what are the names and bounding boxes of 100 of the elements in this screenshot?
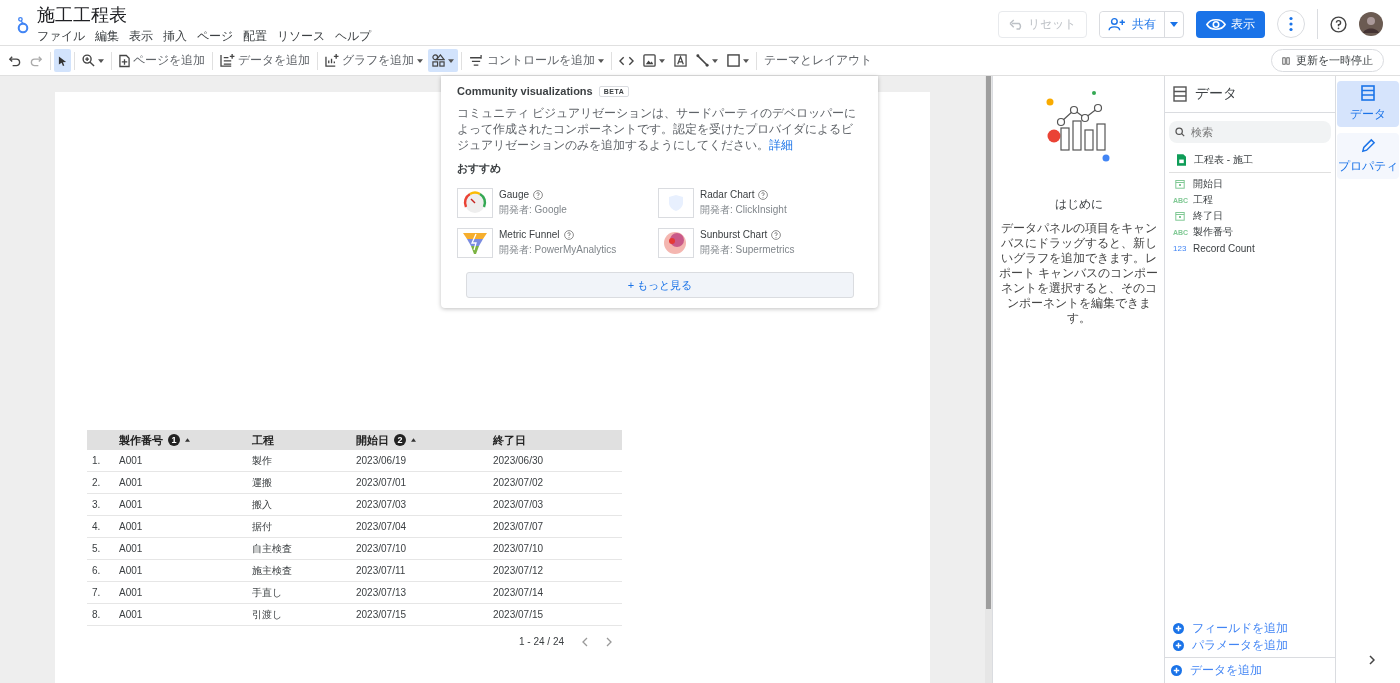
- row-number: 8.: [91, 609, 102, 620]
- developer-label: 開発者: PowerMyAnalytics: [499, 243, 617, 257]
- more-icon[interactable]: [1277, 10, 1305, 38]
- expand-icon[interactable]: [1369, 655, 1375, 665]
- table-cell-text: A001: [119, 587, 144, 598]
- table-cell-text: A001: [119, 609, 144, 620]
- table-cell-text: 据付: [252, 519, 273, 534]
- menu-item[interactable]: ページ: [197, 28, 233, 45]
- menu-item[interactable]: 配置: [243, 28, 267, 45]
- next-page-icon[interactable]: [606, 636, 612, 647]
- column-header[interactable]: 製作番号: [119, 432, 163, 448]
- menu-item[interactable]: ヘルプ: [335, 28, 371, 45]
- menu-item[interactable]: 挿入: [163, 28, 187, 45]
- calendar-icon: [1173, 211, 1187, 221]
- row-number: 5.: [91, 543, 102, 554]
- funnel-thumbnail-icon[interactable]: [457, 228, 493, 258]
- table-cell-text: 運搬: [252, 475, 273, 490]
- add-control-button[interactable]: コントロールを追加: [465, 49, 608, 72]
- sunburst-thumbnail-icon[interactable]: [658, 228, 694, 258]
- sort-icon[interactable]: [411, 438, 416, 442]
- menu-item[interactable]: 編集: [95, 28, 119, 45]
- visualization-name[interactable]: Gauge: [499, 189, 530, 200]
- add-link[interactable]: フィールドを追加: [1165, 620, 1335, 637]
- menu-item[interactable]: 表示: [129, 28, 153, 45]
- field-name[interactable]: 開始日: [1193, 177, 1223, 191]
- add-chart-button[interactable]: グラフを追加: [321, 49, 427, 72]
- table-cell-text: 製作: [252, 453, 273, 468]
- avatar-icon[interactable]: [1359, 12, 1383, 36]
- community-tool[interactable]: [428, 49, 458, 72]
- add-link[interactable]: パラメータを追加: [1165, 637, 1335, 654]
- table-cell-text: 2023/06/30: [493, 455, 545, 466]
- menu-item[interactable]: ファイル: [37, 28, 85, 45]
- radar-thumbnail-icon[interactable]: [658, 188, 694, 218]
- developer-label: 開発者: Google: [499, 203, 567, 217]
- scrollbar[interactable]: [986, 76, 991, 609]
- details-link[interactable]: 詳細: [769, 138, 793, 152]
- table-icon: [1173, 86, 1187, 102]
- view-button[interactable]: 表示: [1196, 10, 1265, 38]
- add-page-button[interactable]: ページを追加: [115, 49, 209, 72]
- table-icon: [1361, 85, 1375, 101]
- add-data-icon: [220, 54, 235, 67]
- row-number: 1.: [91, 455, 102, 466]
- add-icon: [1173, 623, 1184, 634]
- visualization-name[interactable]: Sunburst Chart: [700, 229, 768, 240]
- popup-title: Community visualizations: [457, 85, 593, 97]
- table-cell-text: 2023/07/02: [493, 477, 545, 488]
- field-name[interactable]: 工程: [1193, 193, 1213, 207]
- table-cell-text: A001: [119, 565, 144, 576]
- table-cell-text: A001: [119, 455, 144, 466]
- table-cell-text: 手直し: [252, 585, 283, 600]
- row-number: 4.: [91, 521, 102, 532]
- see-more-button[interactable]: + もっと見る: [466, 272, 854, 298]
- pause-updates-button[interactable]: 更新を一時停止: [1271, 49, 1384, 72]
- text-box-icon: [674, 54, 687, 67]
- menu-item[interactable]: リソース: [277, 28, 325, 45]
- table-cell-text: 2023/07/13: [356, 587, 408, 598]
- eye-icon: [1206, 17, 1226, 31]
- shapes-icon: [432, 54, 445, 67]
- row-number: 6.: [91, 565, 102, 576]
- select-tool[interactable]: [54, 49, 71, 72]
- help-icon[interactable]: [1330, 15, 1347, 33]
- column-header[interactable]: 終了日: [493, 432, 526, 448]
- pencil-icon: [1360, 137, 1376, 153]
- zoom-in-icon: [82, 54, 95, 67]
- sort-icon[interactable]: [185, 438, 190, 442]
- image-icon: [643, 54, 656, 67]
- panel-tab[interactable]: プロパティ: [1337, 133, 1399, 179]
- panel-tab[interactable]: データ: [1337, 81, 1399, 127]
- share-button[interactable]: 共有: [1100, 11, 1165, 37]
- previous-page-icon[interactable]: [582, 636, 588, 647]
- table-cell-text: 2023/06/19: [356, 455, 408, 466]
- column-header[interactable]: 工程: [252, 432, 274, 448]
- column-header[interactable]: 開始日: [356, 432, 389, 448]
- filter-icon: [469, 55, 484, 66]
- table-cell-text: 2023/07/14: [493, 587, 545, 598]
- logo-icon[interactable]: [17, 15, 29, 34]
- field-name[interactable]: 製作番号: [1193, 225, 1233, 239]
- row-number: 2.: [91, 477, 102, 488]
- field-name[interactable]: 終了日: [1193, 209, 1223, 223]
- help-text: データパネルの項目をキャンバスにドラッグすると、新しいグラフを追加できます。レポート キャンバスのコンポーネントを選択すると、そのコンポーネントを編集できます。: [997, 221, 1160, 326]
- add-person-icon: [1108, 17, 1126, 31]
- visualization-name[interactable]: Metric Funnel: [499, 229, 560, 240]
- add-data-link[interactable]: データを追加: [1165, 657, 1335, 683]
- add-icon: [1171, 665, 1182, 676]
- theme-button[interactable]: テーマとレイアウト: [760, 49, 876, 72]
- gauge-thumbnail-icon[interactable]: [457, 188, 493, 218]
- visualization-name[interactable]: Radar Chart: [700, 189, 755, 200]
- table-cell-text: 2023/07/12: [493, 565, 545, 576]
- sheet-icon: [1177, 154, 1186, 166]
- table-cell-text: A001: [119, 543, 144, 554]
- table-cell-text: 2023/07/07: [493, 521, 545, 532]
- line-icon: [696, 54, 709, 67]
- search-field[interactable]: 検索: [1169, 121, 1331, 143]
- undo-icon: [1009, 18, 1024, 30]
- add-data-button[interactable]: データを追加: [216, 49, 314, 72]
- add-icon: [1173, 640, 1184, 651]
- report-title[interactable]: 施工工程表: [37, 4, 371, 26]
- field-name[interactable]: Record Count: [1193, 242, 1255, 254]
- data-source-name[interactable]: 工程表 - 施工: [1194, 153, 1253, 167]
- caret-icon[interactable]: [1170, 21, 1178, 27]
